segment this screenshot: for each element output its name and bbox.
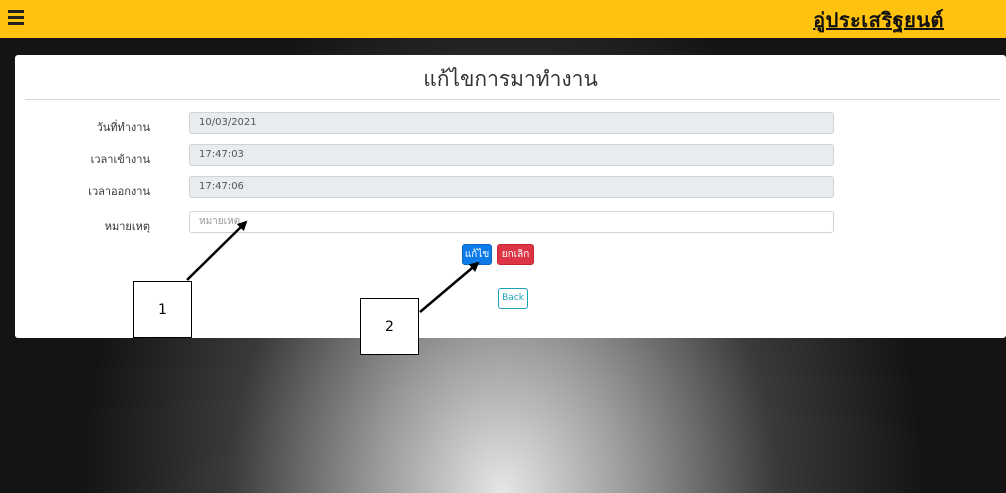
page-title: แก้ไขการมาทำงาน bbox=[423, 67, 598, 91]
work-date-field: 10/03/2021 bbox=[189, 112, 834, 134]
work-date-label: วันที่ทำงาน bbox=[96, 121, 150, 134]
back-button[interactable]: Back bbox=[498, 288, 528, 309]
edit-button[interactable]: แก้ไข bbox=[462, 244, 492, 265]
top-navbar: อู่ประเสริฐยนต์ bbox=[0, 0, 1006, 38]
hamburger-menu-icon[interactable] bbox=[8, 10, 24, 26]
check-in-time-field: 17:47:03 bbox=[189, 144, 834, 166]
callout-2: 2 bbox=[360, 298, 419, 355]
brand-title[interactable]: อู่ประเสริฐยนต์ bbox=[813, 4, 944, 36]
check-out-time-label: เวลาออกงาน bbox=[88, 185, 150, 198]
cancel-button[interactable]: ยกเลิก bbox=[497, 244, 534, 265]
title-divider bbox=[25, 99, 1000, 100]
remark-input[interactable]: หมายเหตุ bbox=[189, 211, 834, 233]
callout-1: 1 bbox=[133, 281, 192, 338]
check-in-time-label: เวลาเข้างาน bbox=[90, 153, 150, 166]
remark-label: หมายเหตุ bbox=[104, 220, 150, 233]
check-out-time-field: 17:47:06 bbox=[189, 176, 834, 198]
